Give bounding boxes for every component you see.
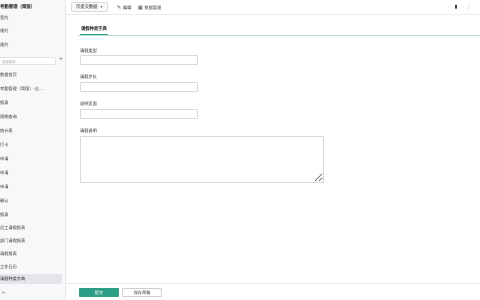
sidebar-item[interactable]: 统计表 bbox=[0, 126, 62, 135]
tab-leave-type-dict[interactable]: 请假种类字典 bbox=[80, 25, 108, 35]
tab-divider bbox=[78, 35, 480, 36]
sidebar-item[interactable]: 报表 bbox=[0, 98, 62, 107]
sidebar-item[interactable]: 报表 bbox=[0, 210, 62, 219]
form-footer: 提交 保存草稿 bbox=[66, 283, 480, 300]
data-manage-label: 数据管理 bbox=[144, 5, 162, 10]
form-tabbar: 请假种类字典 bbox=[78, 25, 480, 36]
sidebar-item[interactable]: 请假报表 bbox=[0, 249, 62, 258]
edit-button[interactable]: ✎ 编辑 bbox=[117, 3, 131, 12]
save-draft-button[interactable]: 保存草稿 bbox=[122, 288, 162, 297]
sidebar-item[interactable]: 考勤管理（简版）-企… bbox=[0, 84, 62, 93]
sidebar-item[interactable]: 周期查询 bbox=[0, 112, 62, 121]
sidebar-top-item[interactable]: 规约 bbox=[0, 40, 62, 49]
sidebar-item[interactable]: 员工请假报表 bbox=[0, 223, 62, 232]
sidebar-top-item[interactable]: 签约 bbox=[0, 13, 62, 22]
sidebar-item[interactable]: 数据首页 bbox=[0, 70, 62, 79]
leave-step-label: 请假步长 bbox=[80, 74, 97, 79]
collapse-icon: ⇤ bbox=[2, 290, 7, 296]
edit-icon: ✎ bbox=[117, 6, 122, 11]
file-icon[interactable]: ▮ bbox=[453, 4, 459, 10]
view-selector-label: 仅提交数据 bbox=[76, 4, 98, 9]
app-title: 考勤管理（简版） bbox=[0, 4, 36, 9]
leave-type-label: 请假类型 bbox=[80, 48, 97, 53]
sidebar-item[interactable]: 确认 bbox=[0, 196, 62, 205]
sidebar-item[interactable]: 工作日历 bbox=[0, 262, 62, 271]
sidebar-item[interactable]: 申请 bbox=[0, 182, 62, 191]
add-form-button[interactable]: + bbox=[57, 56, 65, 65]
sidebar-item[interactable]: 部门请假报表 bbox=[0, 236, 62, 245]
view-selector-dropdown[interactable]: 仅提交数据 ▾ bbox=[71, 2, 108, 12]
sidebar: 考勤管理（简版） 签约 规约 规约 搜索表单 + 数据首页 考勤管理（简版）-企… bbox=[0, 0, 66, 300]
sidebar-item[interactable]: 打卡 bbox=[0, 140, 62, 149]
collapse-sidebar-button[interactable]: ⇤ bbox=[2, 289, 6, 297]
leave-step-input[interactable] bbox=[80, 82, 198, 92]
topbar: 仅提交数据 ▾ ✎ 编辑 ▦ 数据管理 ▮ ⋮ bbox=[66, 0, 480, 15]
data-manage-button[interactable]: ▦ 数据管理 bbox=[138, 3, 161, 12]
description-page-input[interactable] bbox=[80, 109, 198, 119]
search-placeholder: 搜索表单 bbox=[2, 60, 16, 64]
table-icon: ▦ bbox=[138, 6, 143, 11]
plus-icon: + bbox=[59, 57, 63, 63]
leave-description-textarea[interactable] bbox=[80, 136, 324, 183]
more-icon[interactable]: ⋮ bbox=[466, 4, 472, 10]
sidebar-item-active[interactable]: 请假种类字典 bbox=[0, 274, 62, 284]
leave-description-label: 请假说明 bbox=[80, 128, 97, 133]
sidebar-search-input[interactable]: 搜索表单 bbox=[0, 57, 56, 65]
leave-type-input[interactable] bbox=[80, 55, 198, 65]
description-page-label: 说明页面 bbox=[80, 101, 97, 106]
sidebar-item[interactable]: 申请 bbox=[0, 168, 62, 177]
sidebar-item[interactable]: 申请 bbox=[0, 154, 62, 163]
sidebar-top-item[interactable]: 规约 bbox=[0, 26, 62, 35]
submit-button[interactable]: 提交 bbox=[79, 288, 119, 297]
chevron-down-icon: ▾ bbox=[100, 4, 103, 9]
edit-label: 编辑 bbox=[123, 5, 132, 10]
